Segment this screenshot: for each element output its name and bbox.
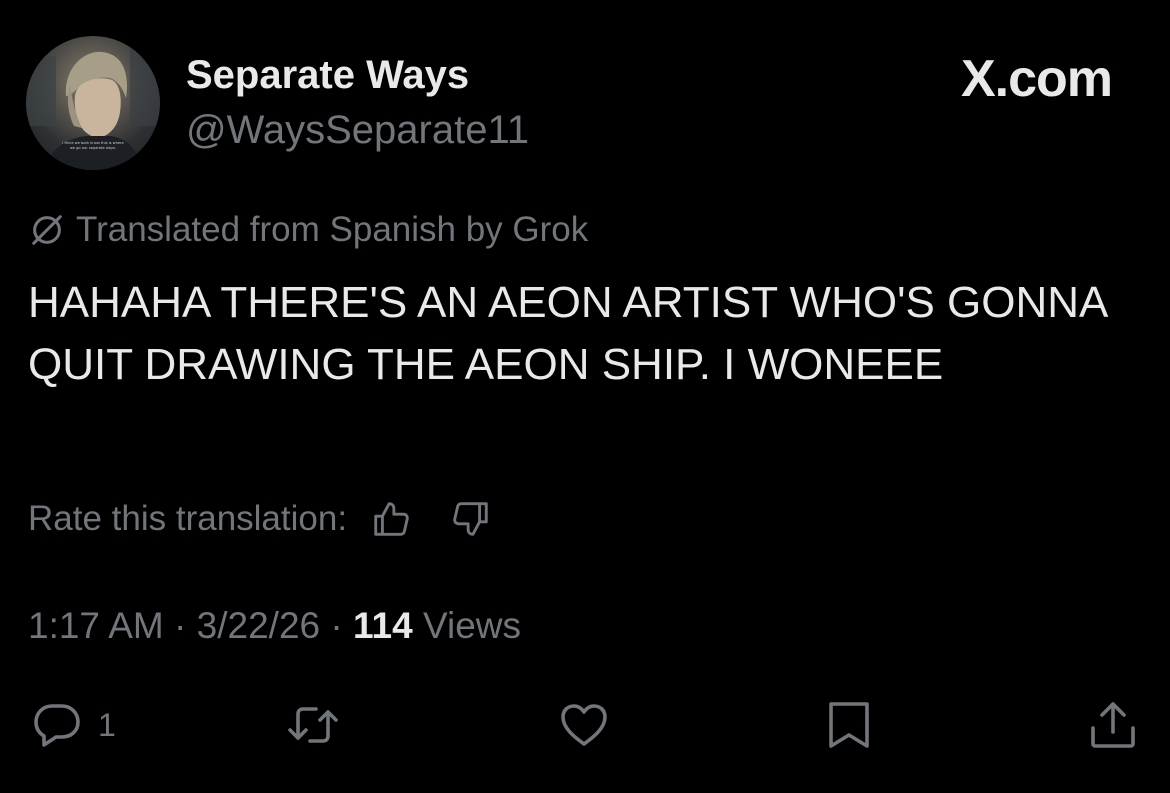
tweet-time[interactable]: 1:17 AM bbox=[28, 605, 164, 646]
meta-separator: · bbox=[320, 605, 353, 646]
avatar[interactable]: I think we both know this is where we go… bbox=[26, 36, 160, 170]
brand-logo: X.com bbox=[960, 50, 1113, 108]
share-button[interactable] bbox=[1086, 695, 1140, 755]
reply-icon bbox=[34, 704, 80, 747]
like-icon bbox=[561, 704, 607, 746]
avatar-caption-line2: we go our separate ways. bbox=[70, 146, 116, 150]
retweet-icon bbox=[288, 707, 338, 743]
reply-count: 1 bbox=[98, 706, 116, 743]
retweet-button[interactable] bbox=[286, 695, 340, 755]
tweet-meta: 1:17 AM · 3/22/26 · 114 Views bbox=[28, 603, 521, 649]
like-button[interactable] bbox=[557, 695, 611, 755]
bookmark-icon bbox=[829, 702, 869, 748]
action-bar: 1 bbox=[0, 695, 1170, 755]
avatar-caption-line1: I think we both know this is where bbox=[62, 141, 124, 145]
share-icon bbox=[1091, 702, 1135, 748]
thumbs-up-icon bbox=[374, 502, 409, 536]
avatar-image: I think we both know this is where we go… bbox=[26, 46, 160, 170]
views-count[interactable]: 114 bbox=[353, 605, 413, 646]
rate-translation: Rate this translation: bbox=[28, 496, 493, 542]
thumbs-down-icon bbox=[453, 502, 488, 536]
translation-notice: Translated from Spanish by Grok bbox=[28, 208, 588, 252]
bookmark-button[interactable] bbox=[822, 695, 876, 755]
reply-button[interactable]: 1 bbox=[30, 695, 116, 755]
author-display-name[interactable]: Separate Ways bbox=[186, 51, 469, 99]
rate-translation-label: Rate this translation: bbox=[28, 499, 348, 538]
thumbs-up-button[interactable] bbox=[369, 497, 413, 541]
author-handle[interactable]: @WaysSeparate11 bbox=[186, 106, 529, 154]
tweet-date[interactable]: 3/22/26 bbox=[197, 605, 320, 646]
grok-slash-circle-icon bbox=[28, 211, 66, 249]
translation-notice-text: Translated from Spanish by Grok bbox=[76, 210, 589, 249]
meta-separator: · bbox=[163, 605, 197, 646]
thumbs-down-button[interactable] bbox=[449, 497, 493, 541]
views-label: Views bbox=[412, 605, 522, 646]
tweet-text: HAHAHA THERE'S AN AEON ARTIST WHO'S GONN… bbox=[28, 278, 1106, 389]
